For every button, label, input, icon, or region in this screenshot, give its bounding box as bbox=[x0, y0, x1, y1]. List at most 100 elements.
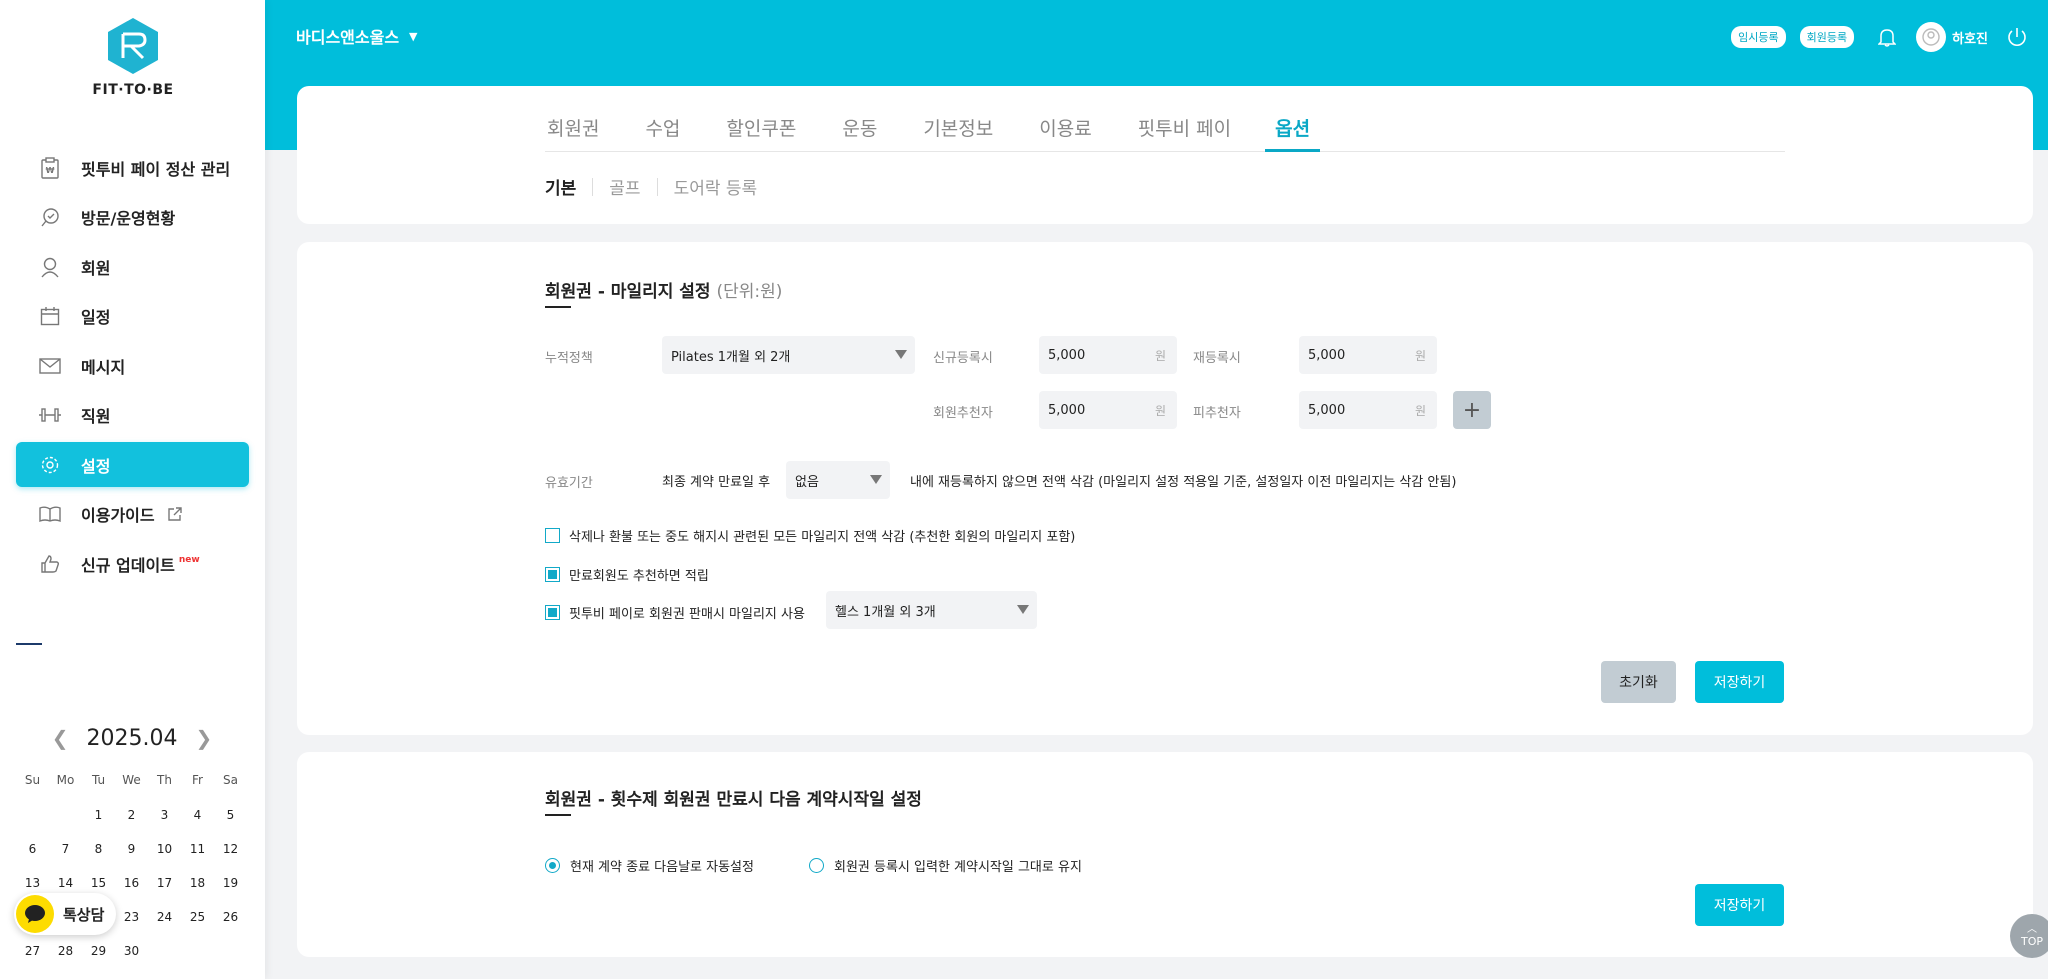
sidebar-item-schedule[interactable]: 일정 bbox=[16, 294, 249, 339]
calendar-day[interactable]: 18 bbox=[181, 866, 214, 900]
power-icon[interactable] bbox=[2006, 26, 2028, 48]
checkbox[interactable] bbox=[545, 605, 560, 620]
mileage-unit: (단위:원) bbox=[716, 282, 783, 302]
chart-check-icon bbox=[38, 205, 62, 229]
referrer-input[interactable]: 5,000 원 bbox=[1039, 391, 1177, 429]
calendar-day[interactable]: 17 bbox=[148, 866, 181, 900]
sidebar-item-settings[interactable]: 설정 bbox=[16, 442, 249, 487]
chevron-left-icon[interactable]: ❮ bbox=[52, 726, 69, 750]
header-actions: 임시등록 회원등록 하호진 bbox=[1731, 22, 2028, 52]
reset-button[interactable]: 초기화 bbox=[1601, 661, 1676, 703]
calendar-day[interactable]: 10 bbox=[148, 832, 181, 866]
radio-button[interactable] bbox=[809, 858, 824, 873]
validity-suffix: 내에 재등록하지 않으면 전액 삭감 (마일리지 설정 적용일 기준, 설정일자… bbox=[910, 475, 1457, 490]
envelope-icon bbox=[38, 354, 62, 378]
validity-prefix: 최종 계약 만료일 후 bbox=[662, 475, 771, 490]
calendar-day[interactable]: 26 bbox=[214, 900, 247, 934]
calendar-day[interactable]: 24 bbox=[148, 900, 181, 934]
calendar-day[interactable]: 25 bbox=[181, 900, 214, 934]
new-badge: new bbox=[178, 554, 200, 565]
avatar[interactable] bbox=[1916, 22, 1947, 52]
policy-value: Pilates 1개월 외 2개 bbox=[671, 349, 791, 365]
calendar-day[interactable] bbox=[16, 798, 49, 832]
calendar-weekday: Sa bbox=[223, 773, 238, 787]
calendar-weekday: We bbox=[122, 773, 141, 787]
calendar-day[interactable] bbox=[49, 798, 82, 832]
scroll-top-button[interactable]: ︿ TOP bbox=[2010, 914, 2048, 958]
top-label: TOP bbox=[2020, 934, 2043, 948]
delete-refund-checkbox-row[interactable]: 삭제나 환불 또는 중도 해지시 관련된 모든 마일리지 전액 삭감 (추천한 … bbox=[545, 526, 1075, 545]
tab-discount-coupon[interactable]: 할인쿠폰 bbox=[724, 114, 798, 152]
center-selector[interactable]: 바디스앤소울스 ▼ bbox=[296, 24, 418, 48]
keep-start-date-radio-row[interactable]: 회원권 등록시 입력한 계약시작일 그대로 유지 bbox=[809, 856, 1082, 875]
sidebar-item-members[interactable]: 회원 bbox=[16, 244, 249, 289]
calendar-day[interactable]: 12 bbox=[214, 832, 247, 866]
chat-consult-button[interactable]: 톡상담 bbox=[14, 893, 116, 935]
calendar-day[interactable]: 8 bbox=[82, 832, 115, 866]
member-register-button[interactable]: 회원등록 bbox=[1799, 26, 1855, 48]
calendar-day[interactable]: 3 bbox=[148, 798, 181, 832]
checkbox[interactable] bbox=[545, 567, 560, 582]
calendar-day[interactable]: 27 bbox=[16, 934, 49, 968]
new-register-input[interactable]: 5,000 원 bbox=[1039, 336, 1177, 374]
tab-membership[interactable]: 회원권 bbox=[545, 114, 601, 152]
calendar-day[interactable]: 16 bbox=[115, 866, 148, 900]
won-unit: 원 bbox=[1414, 403, 1426, 418]
calendar-weekday: Tu bbox=[91, 773, 106, 787]
add-referrer-button[interactable]: + bbox=[1453, 391, 1491, 429]
calendar-day[interactable]: 6 bbox=[16, 832, 49, 866]
tab-fees[interactable]: 이용료 bbox=[1037, 114, 1093, 152]
tab-class[interactable]: 수업 bbox=[643, 114, 682, 152]
subtab-golf[interactable]: 골프 bbox=[609, 174, 640, 199]
calendar-day[interactable]: 4 bbox=[181, 798, 214, 832]
renew-input[interactable]: 5,000 원 bbox=[1299, 336, 1437, 374]
calendar-day[interactable] bbox=[148, 934, 181, 968]
calendar-day[interactable]: 19 bbox=[214, 866, 247, 900]
sidebar-item-staff[interactable]: 직원 bbox=[16, 393, 249, 438]
subtab-doorlock[interactable]: 도어락 등록 bbox=[674, 174, 758, 199]
logo[interactable]: FIT·TO·BE bbox=[92, 16, 173, 98]
calendar-day[interactable]: 30 bbox=[115, 934, 148, 968]
sidebar-item-guide[interactable]: 이용가이드 bbox=[16, 492, 249, 537]
checkbox[interactable] bbox=[545, 528, 560, 543]
calendar-day[interactable]: 1 bbox=[82, 798, 115, 832]
calendar-day[interactable]: 9 bbox=[115, 832, 148, 866]
calendar-day[interactable] bbox=[181, 934, 214, 968]
tab-options[interactable]: 옵션 bbox=[1265, 114, 1321, 152]
calendar-day[interactable]: 5 bbox=[214, 798, 247, 832]
save-button[interactable]: 저장하기 bbox=[1695, 884, 1784, 926]
sidebar-item-messages[interactable]: 메시지 bbox=[16, 343, 249, 388]
calendar-day[interactable]: 2 bbox=[115, 798, 148, 832]
tab-fittobe-pay[interactable]: 핏투비 페이 bbox=[1136, 114, 1233, 152]
calendar-day[interactable]: 28 bbox=[49, 934, 82, 968]
calendar-day[interactable]: 29 bbox=[82, 934, 115, 968]
radio-button[interactable] bbox=[545, 858, 560, 873]
temp-register-button[interactable]: 임시등록 bbox=[1731, 26, 1786, 48]
mileage-title: 회원권 - 마일리지 설정 bbox=[545, 282, 711, 302]
sidebar-item-pay-settlement[interactable]: ₩ 핏투비 페이 정산 관리 bbox=[16, 145, 249, 190]
policy-select[interactable]: Pilates 1개월 외 2개 bbox=[662, 336, 915, 374]
sidebar-item-label: 방문/운영현황 bbox=[81, 209, 176, 228]
sidebar-item-visits[interactable]: 방문/운영현황 bbox=[16, 195, 249, 240]
tab-exercise[interactable]: 운동 bbox=[840, 114, 879, 152]
tab-basic-info[interactable]: 기본정보 bbox=[921, 114, 995, 152]
auto-next-day-radio-row[interactable]: 현재 계약 종료 다음날로 자동설정 bbox=[545, 856, 754, 875]
calendar-day[interactable] bbox=[214, 934, 247, 968]
subtab-basic[interactable]: 기본 bbox=[545, 174, 576, 199]
calendar-day[interactable]: 7 bbox=[49, 832, 82, 866]
sidebar-item-label: 회원 bbox=[81, 258, 111, 278]
chevron-up-icon: ︿ bbox=[2027, 923, 2037, 935]
validity-select[interactable]: 없음 bbox=[786, 461, 890, 499]
sidebar-item-updates[interactable]: 신규 업데이트 new bbox=[16, 541, 249, 586]
gear-icon bbox=[38, 453, 62, 477]
caret-down-icon: ▼ bbox=[409, 29, 418, 43]
pay-mileage-checkbox-row[interactable]: 핏투비 페이로 회원권 판매시 마일리지 사용 bbox=[545, 603, 805, 622]
save-button[interactable]: 저장하기 bbox=[1695, 661, 1784, 703]
pay-membership-select[interactable]: 헬스 1개월 외 3개 bbox=[826, 591, 1037, 629]
chevron-right-icon[interactable]: ❯ bbox=[195, 726, 212, 750]
referee-input[interactable]: 5,000 원 bbox=[1299, 391, 1437, 429]
bell-icon[interactable] bbox=[1878, 27, 1897, 47]
expired-referral-checkbox-row[interactable]: 만료회원도 추천하면 적립 bbox=[545, 565, 709, 584]
calendar-day[interactable]: 11 bbox=[181, 832, 214, 866]
calendar-day[interactable]: 23 bbox=[115, 900, 148, 934]
